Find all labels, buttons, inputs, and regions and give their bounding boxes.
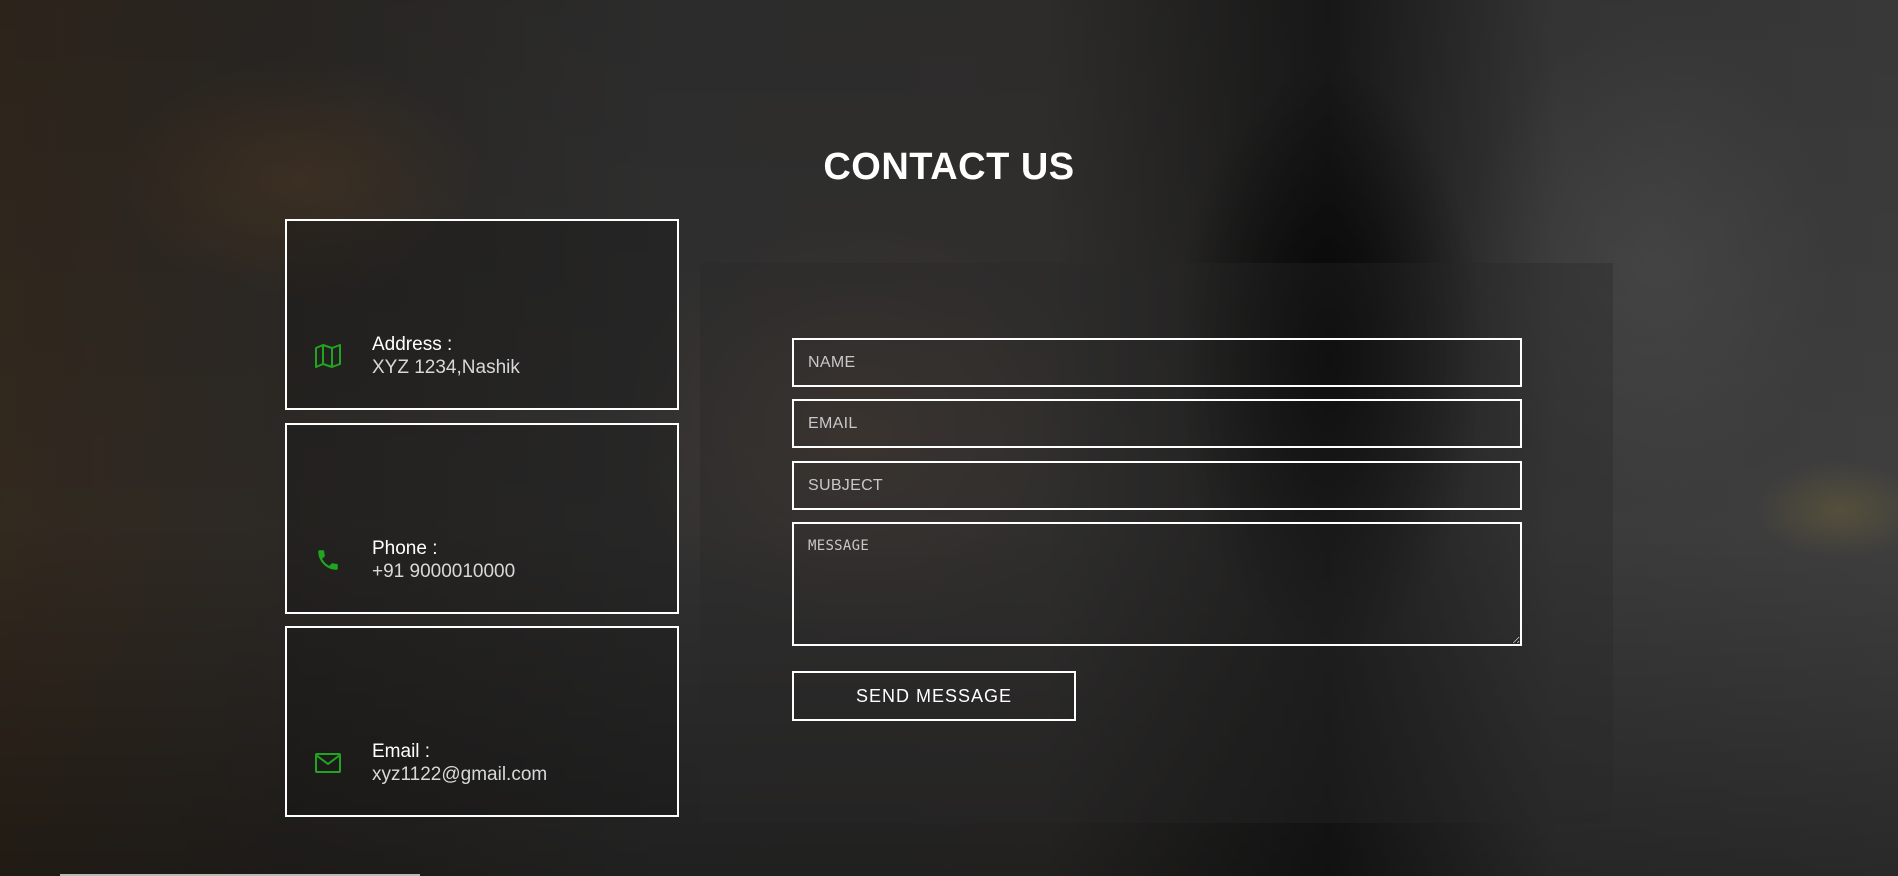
- email-card: Email : xyz1122@gmail.com: [285, 626, 679, 817]
- phone-card: Phone : +91 9000010000: [285, 423, 679, 614]
- phone-label: Phone :: [372, 538, 438, 559]
- send-message-button[interactable]: SEND MESSAGE: [792, 671, 1076, 721]
- map-icon: [313, 343, 343, 369]
- email-value: xyz1122@gmail.com: [372, 764, 548, 785]
- envelope-icon: [313, 750, 343, 776]
- phone-icon: [313, 547, 343, 573]
- email-label: Email :: [372, 741, 431, 762]
- address-card: Address : XYZ 1234,Nashik: [285, 219, 679, 410]
- page-title-text: CONTACT US: [823, 146, 1075, 188]
- email-input[interactable]: [792, 399, 1522, 448]
- name-input[interactable]: [792, 338, 1522, 387]
- address-label: Address :: [372, 334, 453, 355]
- subject-input[interactable]: [792, 461, 1522, 510]
- email-info: Email : xyz1122@gmail.com: [372, 740, 547, 786]
- phone-value: +91 9000010000: [372, 561, 516, 582]
- address-info: Address : XYZ 1234,Nashik: [372, 333, 520, 379]
- address-value: XYZ 1234,Nashik: [372, 357, 520, 378]
- phone-info: Phone : +91 9000010000: [372, 537, 515, 583]
- page-title: CONTACT US: [0, 146, 1898, 189]
- message-textarea[interactable]: [792, 522, 1522, 646]
